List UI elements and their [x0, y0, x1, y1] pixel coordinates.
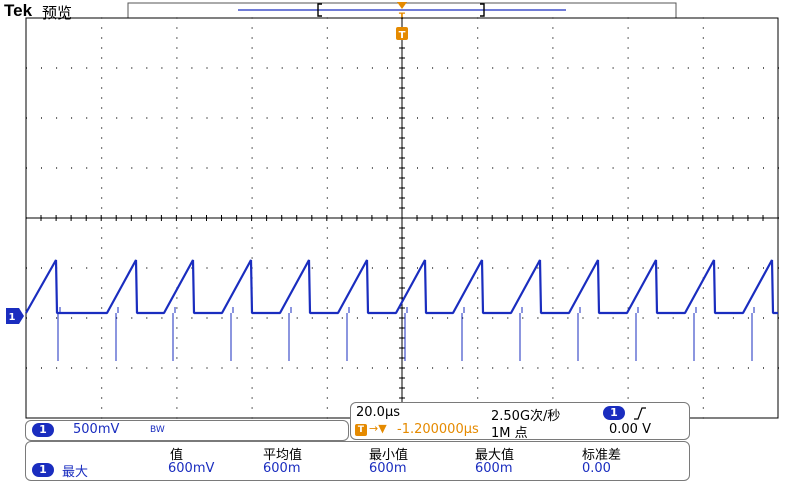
measurement-std: 0.00 — [582, 461, 611, 476]
timebase-value: 20.0μs — [356, 405, 400, 420]
trigger-delay-icon: T — [355, 424, 367, 436]
measurement-channel-badge: 1 — [32, 463, 54, 477]
measurement-panel[interactable]: 值 平均值 最小值 最大值 标准差 1 最大 600mV 600m 600m 6… — [25, 441, 690, 481]
trigger-delay-value: -1.200000μs — [397, 422, 479, 437]
trigger-marker-label: T — [399, 30, 406, 41]
measurement-value: 600mV — [168, 461, 215, 476]
record-length-value: 1M 点 — [491, 426, 528, 441]
measurement-mean: 600m — [263, 461, 301, 476]
trigger-source-badge: 1 — [603, 406, 625, 420]
rising-edge-icon — [634, 407, 646, 420]
bandwidth-limit-icon: BW — [150, 425, 165, 435]
trigger-level-value: 0.00 V — [609, 422, 651, 437]
measurement-min: 600m — [369, 461, 407, 476]
channel1-ground-marker-label: 1 — [9, 312, 16, 323]
measurement-max: 600m — [475, 461, 513, 476]
channel1-badge: 1 — [32, 423, 54, 437]
channel1-readout[interactable]: 1 500mV BW — [25, 420, 349, 441]
measurement-name[interactable]: 最大 — [62, 461, 88, 480]
graticule — [25, 17, 779, 419]
trigger-marker-icon[interactable]: T — [396, 27, 408, 41]
channel1-scale: 500mV — [73, 422, 120, 437]
trigger-delay-arrow: →▼ — [369, 422, 387, 435]
horizontal-trigger-readout[interactable]: 20.0μs 2.50G次/秒 1 T →▼ -1.200000μs 1M 点 … — [350, 402, 690, 441]
channel1-ground-marker-icon[interactable]: 1 — [6, 308, 24, 324]
